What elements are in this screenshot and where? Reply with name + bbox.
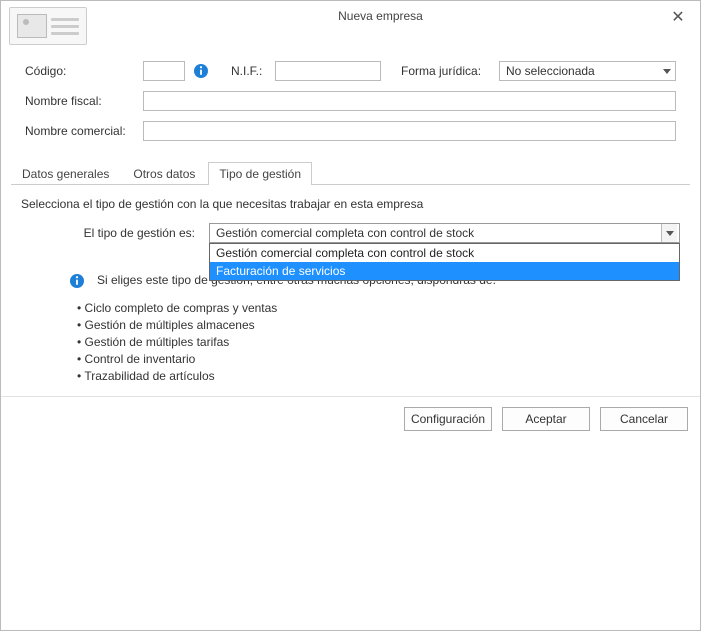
panel-intro: Selecciona el tipo de gestión con la que… — [21, 197, 680, 211]
panel-tipo-gestion: Selecciona el tipo de gestión con la que… — [11, 185, 690, 396]
aceptar-button[interactable]: Aceptar — [502, 407, 590, 431]
titlebar: Nueva empresa ✕ — [1, 1, 700, 45]
nombre-fiscal-input[interactable] — [143, 91, 676, 111]
list-item: Gestión de múltiples tarifas — [77, 335, 680, 349]
chevron-down-icon — [663, 69, 671, 74]
configuracion-button[interactable]: Configuración — [404, 407, 492, 431]
tab-datos-generales[interactable]: Datos generales — [11, 162, 120, 185]
nombre-comercial-label: Nombre comercial: — [25, 124, 143, 138]
tabs: Datos generales Otros datos Tipo de gest… — [11, 161, 690, 185]
tabs-container: Datos generales Otros datos Tipo de gest… — [1, 161, 700, 396]
codigo-label: Código: — [25, 64, 143, 78]
info-icon — [69, 273, 85, 289]
list-item: Control de inventario — [77, 352, 680, 366]
option-gestion-comercial[interactable]: Gestión comercial completa con control d… — [210, 244, 679, 262]
footer: Configuración Aceptar Cancelar — [1, 396, 700, 441]
nombre-comercial-input[interactable] — [143, 121, 676, 141]
window-title: Nueva empresa — [97, 7, 664, 23]
app-logo — [9, 7, 87, 45]
cancelar-button[interactable]: Cancelar — [600, 407, 688, 431]
forma-juridica-label: Forma jurídica: — [401, 64, 499, 78]
features-list: Ciclo completo de compras y ventas Gesti… — [77, 301, 680, 383]
forma-juridica-select[interactable]: No seleccionada — [499, 61, 676, 81]
tipo-gestion-row: El tipo de gestión es: Gestión comercial… — [21, 223, 680, 243]
header-form: Código: N.I.F.: Forma jurídica: No selec… — [1, 45, 700, 161]
list-item: Ciclo completo de compras y ventas — [77, 301, 680, 315]
nombre-fiscal-label: Nombre fiscal: — [25, 94, 143, 108]
chevron-down-icon — [666, 231, 674, 236]
codigo-input[interactable] — [143, 61, 185, 81]
dialog-window: Nueva empresa ✕ Código: N.I.F.: Forma ju… — [0, 0, 701, 631]
tipo-gestion-select[interactable]: Gestión comercial completa con control d… — [209, 223, 680, 243]
forma-juridica-value: No seleccionada — [506, 64, 595, 78]
list-item: Gestión de múltiples almacenes — [77, 318, 680, 332]
close-icon: ✕ — [671, 10, 684, 26]
image-placeholder-icon — [17, 14, 47, 38]
close-button[interactable]: ✕ — [664, 7, 692, 29]
list-item: Trazabilidad de artículos — [77, 369, 680, 383]
combo-button[interactable] — [661, 224, 677, 242]
tipo-gestion-value: Gestión comercial completa con control d… — [216, 226, 474, 240]
option-facturacion-servicios[interactable]: Facturación de servicios — [210, 262, 679, 280]
info-icon[interactable] — [193, 63, 209, 79]
tab-tipo-gestion[interactable]: Tipo de gestión — [208, 162, 312, 185]
tipo-gestion-dropdown: Gestión comercial completa con control d… — [209, 243, 680, 281]
lines-placeholder-icon — [51, 14, 79, 39]
nif-label: N.I.F.: — [231, 64, 275, 78]
nif-input[interactable] — [275, 61, 381, 81]
tab-otros-datos[interactable]: Otros datos — [122, 162, 206, 185]
tipo-gestion-label: El tipo de gestión es: — [21, 226, 209, 240]
